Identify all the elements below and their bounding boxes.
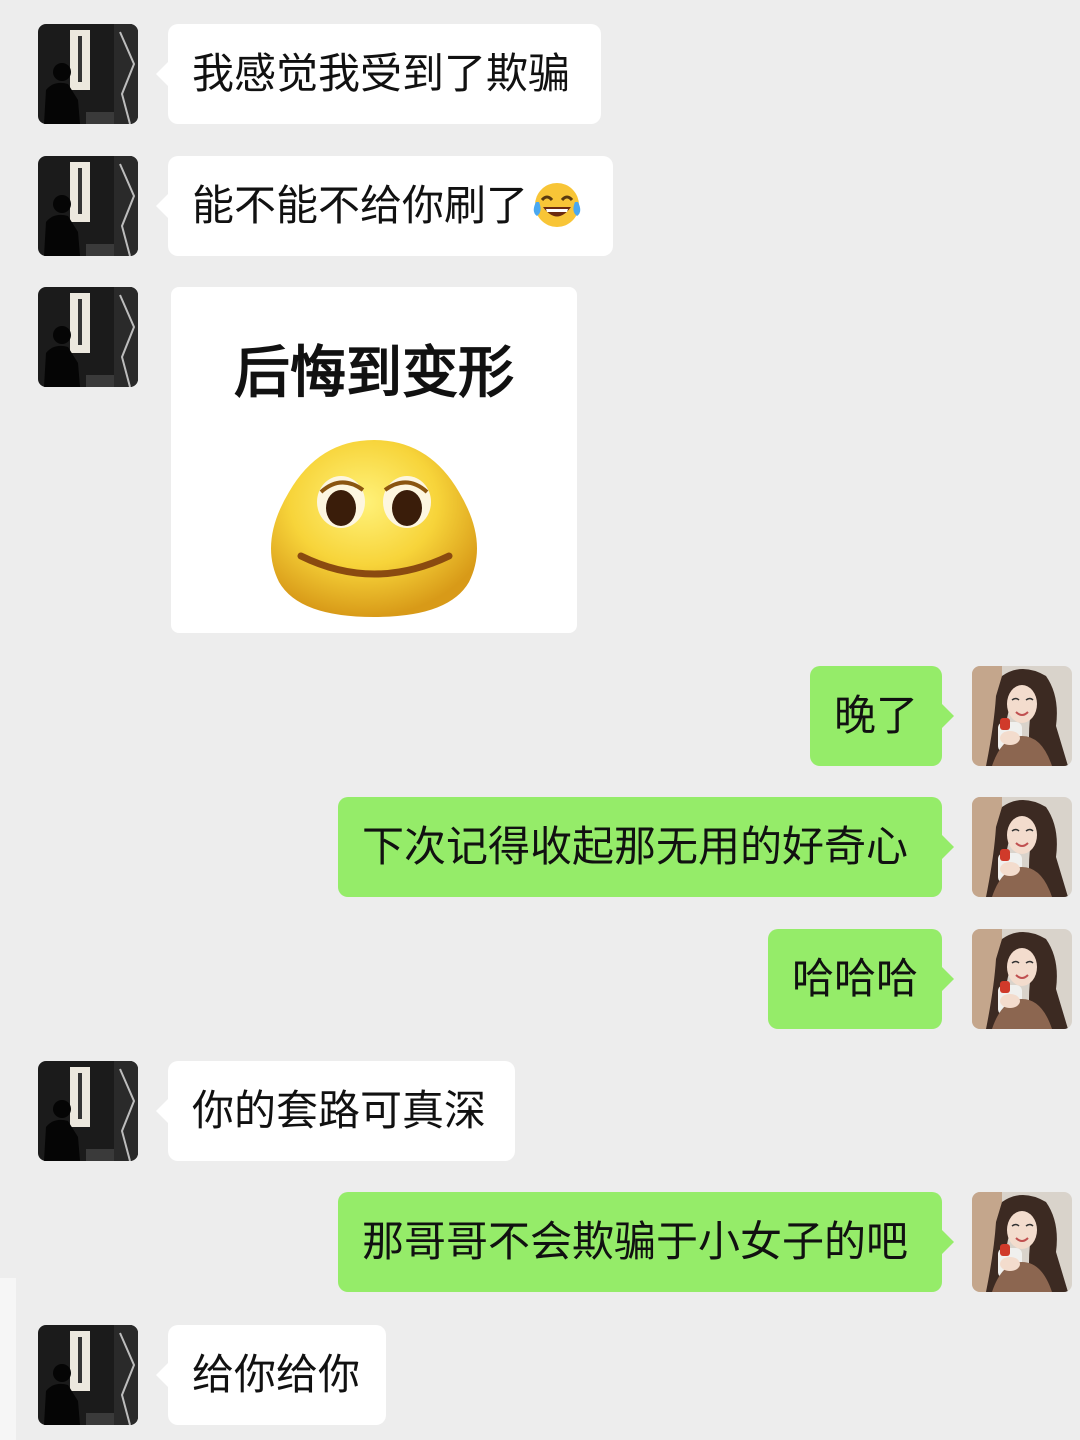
message-row-outgoing: 哈哈哈 bbox=[0, 929, 1080, 1029]
message-text: 我感觉我受到了欺骗 bbox=[192, 49, 571, 98]
message-row-incoming: 我感觉我受到了欺骗 bbox=[0, 24, 1080, 125]
message-row-outgoing: 下次记得收起那无用的好奇心 bbox=[0, 797, 1080, 897]
seated-man-calligraphy-avatar-icon bbox=[38, 24, 138, 124]
message-text: 晚了 bbox=[834, 691, 919, 740]
message-text: 那哥哥不会欺骗于小女子的吧 bbox=[362, 1217, 909, 1266]
message-row-incoming: 能不能不给你刷了 bbox=[0, 156, 1080, 256]
contact-avatar[interactable] bbox=[38, 156, 138, 256]
message-text: 哈哈哈 bbox=[792, 954, 919, 1003]
message-bubble[interactable]: 哈哈哈 bbox=[768, 929, 954, 1029]
smiling-blob-face-emoji-icon bbox=[271, 440, 477, 617]
message-bubble[interactable]: 能不能不给你刷了 bbox=[156, 156, 613, 256]
seated-man-calligraphy-avatar-icon bbox=[38, 1325, 138, 1425]
girl-portrait-avatar-icon bbox=[972, 1192, 1072, 1292]
message-text: 下次记得收起那无用的好奇心 bbox=[362, 822, 909, 871]
tears-of-joy-emoji-icon bbox=[533, 182, 581, 227]
self-avatar[interactable] bbox=[972, 929, 1072, 1029]
sticker-caption: 后悔到变形 bbox=[234, 341, 514, 406]
chat-message-list[interactable]: 我感觉我受到了欺骗 能不能不给你刷了 后悔到变形 晚了 下次记得收起那无用的好奇… bbox=[0, 0, 1080, 1440]
message-bubble[interactable]: 下次记得收起那无用的好奇心 bbox=[338, 797, 954, 897]
self-avatar[interactable] bbox=[972, 1192, 1072, 1292]
girl-portrait-avatar-icon bbox=[972, 666, 1072, 766]
message-text: 给你给你 bbox=[192, 1350, 361, 1399]
message-bubble[interactable]: 那哥哥不会欺骗于小女子的吧 bbox=[338, 1192, 954, 1292]
girl-portrait-avatar-icon bbox=[972, 797, 1072, 897]
contact-avatar[interactable] bbox=[38, 1061, 138, 1161]
message-bubble[interactable]: 你的套路可真深 bbox=[156, 1061, 515, 1161]
screen-edge-shade bbox=[0, 1278, 16, 1440]
message-bubble[interactable]: 给你给你 bbox=[156, 1325, 386, 1425]
contact-avatar[interactable] bbox=[38, 287, 138, 387]
message-row-incoming: 你的套路可真深 bbox=[0, 1061, 1080, 1161]
contact-avatar[interactable] bbox=[38, 1325, 138, 1425]
message-bubble[interactable]: 晚了 bbox=[810, 666, 954, 766]
message-row-outgoing: 晚了 bbox=[0, 666, 1080, 767]
self-avatar[interactable] bbox=[972, 797, 1072, 897]
message-text: 你的套路可真深 bbox=[192, 1086, 487, 1135]
message-bubble[interactable]: 我感觉我受到了欺骗 bbox=[156, 24, 601, 124]
self-avatar[interactable] bbox=[972, 666, 1072, 766]
sticker-message[interactable]: 后悔到变形 bbox=[171, 287, 577, 633]
message-row-outgoing: 那哥哥不会欺骗于小女子的吧 bbox=[0, 1192, 1080, 1292]
seated-man-calligraphy-avatar-icon bbox=[38, 1061, 138, 1161]
girl-portrait-avatar-icon bbox=[972, 929, 1072, 1029]
seated-man-calligraphy-avatar-icon bbox=[38, 287, 138, 387]
seated-man-calligraphy-avatar-icon bbox=[38, 156, 138, 256]
contact-avatar[interactable] bbox=[38, 24, 138, 124]
message-row-incoming: 后悔到变形 bbox=[0, 287, 1080, 633]
message-row-incoming: 给你给你 bbox=[0, 1325, 1080, 1426]
message-text: 能不能不给你刷了 bbox=[192, 181, 529, 230]
